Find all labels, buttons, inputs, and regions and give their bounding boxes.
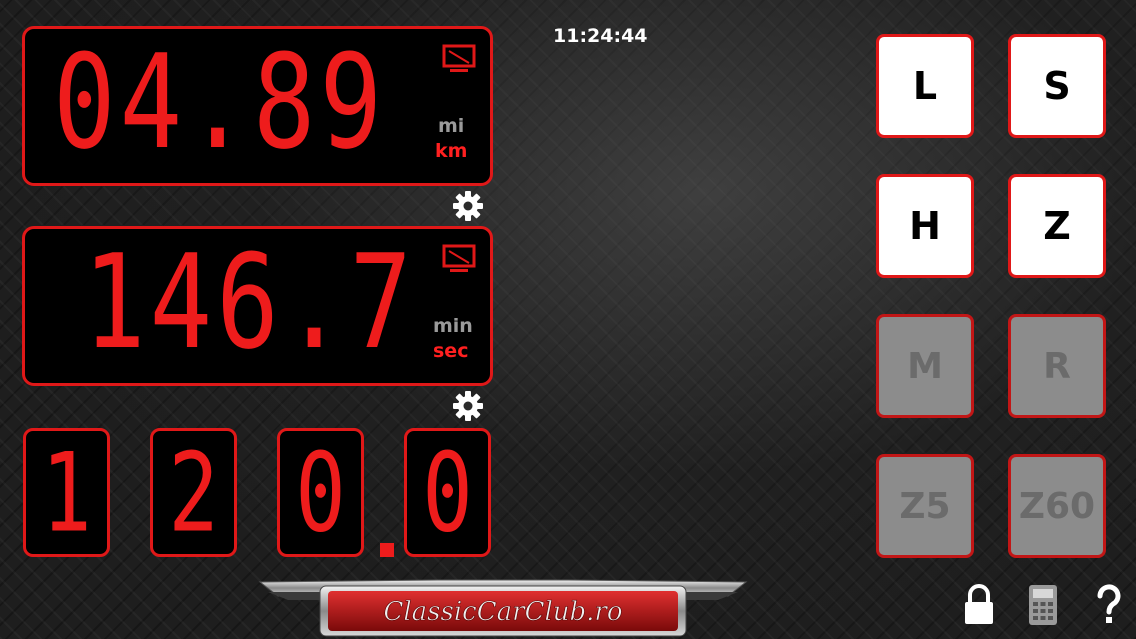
r-button[interactable]: R bbox=[1008, 314, 1106, 418]
gear-icon[interactable] bbox=[452, 190, 484, 222]
z-button[interactable]: Z bbox=[1008, 174, 1106, 278]
unit-mi[interactable]: mi bbox=[438, 115, 464, 137]
distance-panel[interactable]: 04.89 mi km bbox=[22, 26, 493, 186]
s-button[interactable]: S bbox=[1008, 34, 1106, 138]
l-button[interactable]: L bbox=[876, 34, 974, 138]
z60-button[interactable]: Z60 bbox=[1008, 454, 1106, 558]
distance-value: 04.89 bbox=[53, 25, 387, 179]
counter-digit-2[interactable]: 2 bbox=[150, 428, 237, 557]
unit-sec[interactable]: sec bbox=[433, 340, 468, 362]
time-panel[interactable]: 146.7 min sec bbox=[22, 226, 493, 386]
classic-car-club-logo: ClassicCarClub.ro bbox=[258, 579, 748, 637]
monitor-icon[interactable] bbox=[441, 43, 477, 75]
logo-text: ClassicCarClub.ro bbox=[383, 597, 622, 627]
decimal-point bbox=[380, 543, 394, 557]
unit-min[interactable]: min bbox=[433, 315, 473, 337]
counter-digit-1[interactable]: 1 bbox=[23, 428, 110, 557]
counter-digit-value: 2 bbox=[168, 428, 219, 557]
counter-digit-value: 0 bbox=[295, 428, 346, 557]
counter-digit-3[interactable]: 0 bbox=[277, 428, 364, 557]
z5-button[interactable]: Z5 bbox=[876, 454, 974, 558]
h-button[interactable]: H bbox=[876, 174, 974, 278]
counter-digit-value: 0 bbox=[422, 428, 473, 557]
m-button[interactable]: M bbox=[876, 314, 974, 418]
help-icon[interactable] bbox=[1096, 584, 1122, 626]
monitor-icon[interactable] bbox=[441, 243, 477, 275]
time-value: 146.7 bbox=[83, 225, 417, 379]
calculator-icon[interactable] bbox=[1028, 584, 1058, 626]
counter-digit-4[interactable]: 0 bbox=[404, 428, 491, 557]
clock: 11:24:44 bbox=[553, 25, 648, 47]
lock-icon[interactable] bbox=[962, 584, 996, 626]
gear-icon[interactable] bbox=[452, 390, 484, 422]
counter-digit-value: 1 bbox=[41, 428, 92, 557]
unit-km[interactable]: km bbox=[435, 140, 467, 162]
